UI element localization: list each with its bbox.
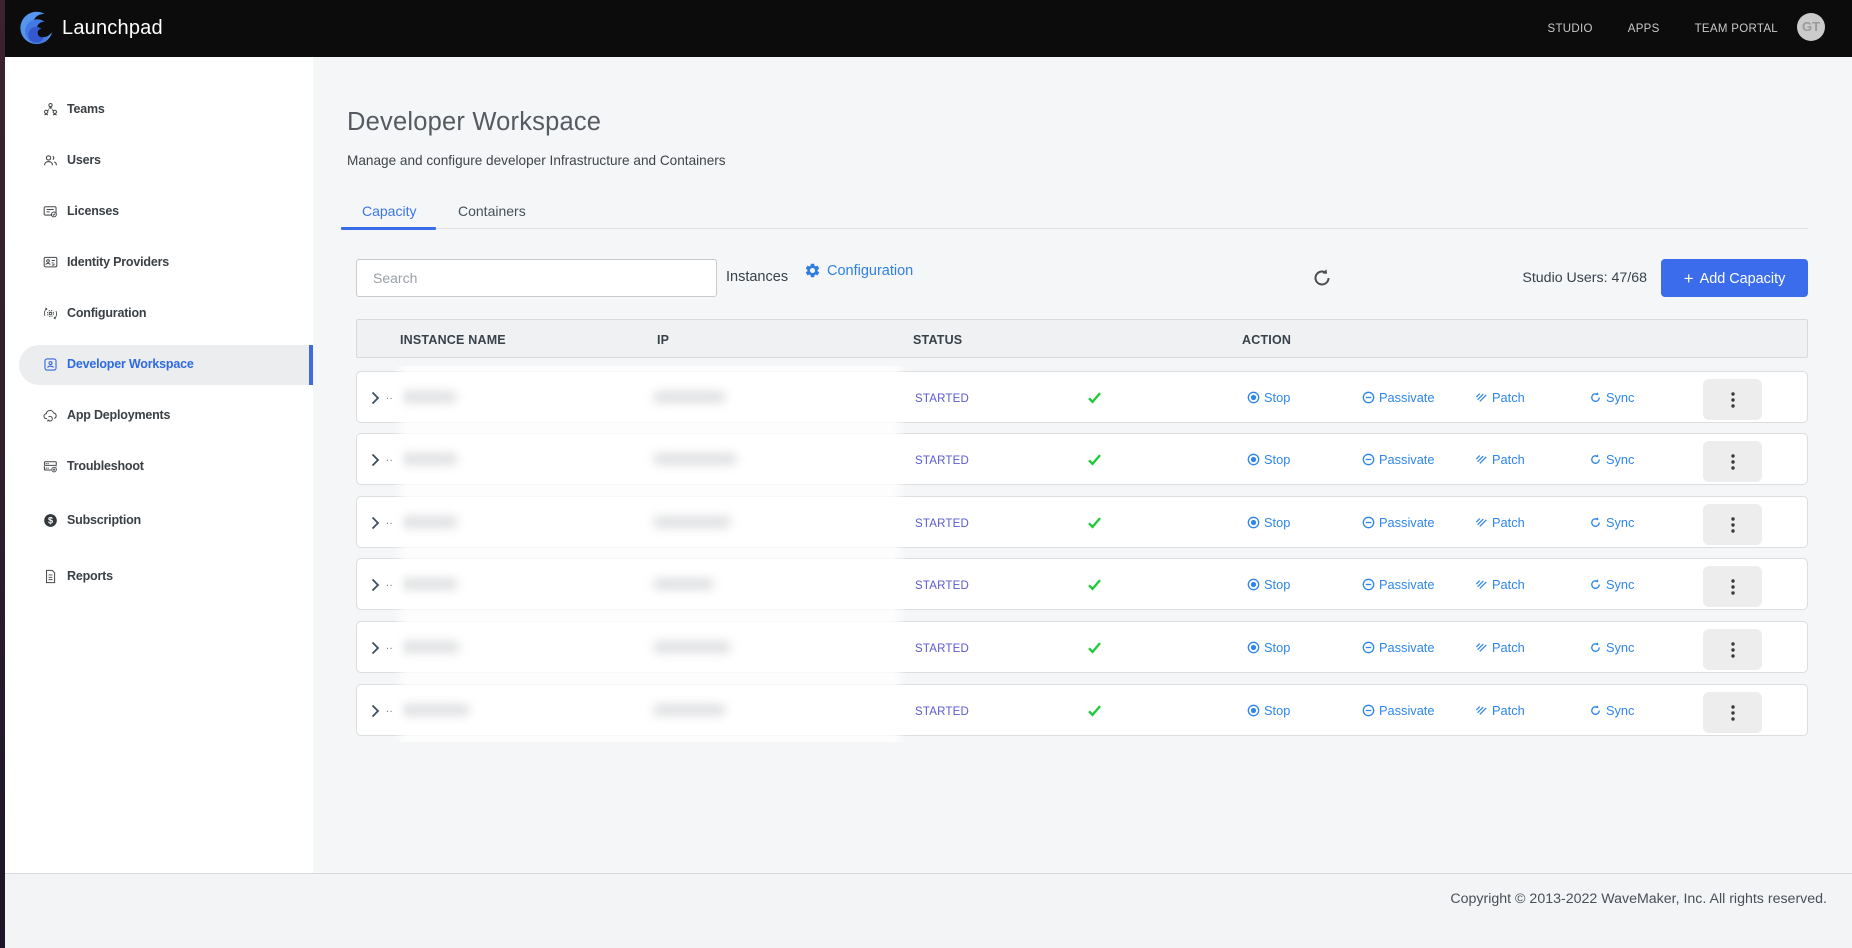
svg-text:$: $ [48,515,53,525]
